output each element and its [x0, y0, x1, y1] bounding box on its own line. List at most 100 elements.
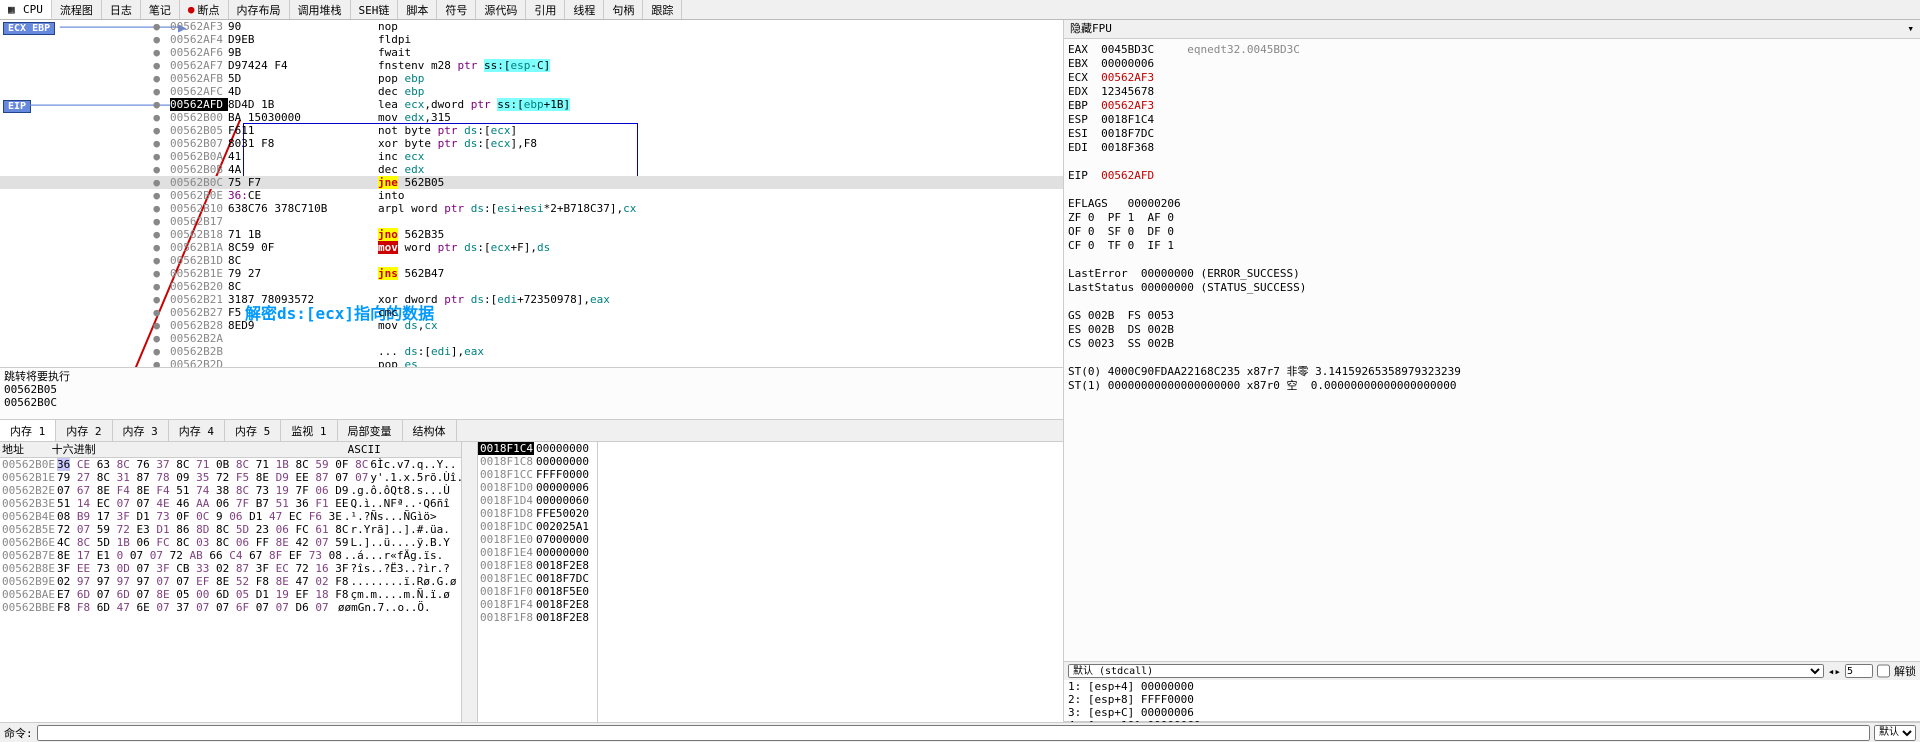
stack-row[interactable]: 0018F1D000000006: [478, 481, 597, 494]
tab-mem1[interactable]: 内存 1: [0, 420, 56, 441]
disasm-row[interactable]: 00562B05 F611not byte ptr ds:[ecx]: [0, 124, 1063, 137]
disasm-row[interactable]: 00562B2D pop es: [0, 358, 1063, 368]
tab-memory-map[interactable]: 内存布局: [229, 0, 290, 19]
hex-row[interactable]: 00562B1E79 27 8C 31 87 78 09 35 72 F5 8E…: [0, 471, 461, 484]
disasm-row[interactable]: 00562B0E 36:CEinto: [0, 189, 1063, 202]
stack-row[interactable]: 0018F1F00018F5E0: [478, 585, 597, 598]
stack-row[interactable]: 0018F1D400000060: [478, 494, 597, 507]
hex-row[interactable]: 00562B6E4C 8C 5D 1B 06 FC 8C 03 8C 06 FF…: [0, 536, 461, 549]
disasm-row[interactable]: 00562B28 8ED9mov ds,cx: [0, 319, 1063, 332]
stack-row[interactable]: 0018F1E80018F2E8: [478, 559, 597, 572]
hex-row[interactable]: 00562B3E51 14 EC 07 07 4E 46 AA 06 7F B7…: [0, 497, 461, 510]
stack-row[interactable]: 0018F1D8FFE50020: [478, 507, 597, 520]
tab-threads[interactable]: 线程: [565, 0, 604, 19]
stack-row[interactable]: 0018F1CCFFFF0000: [478, 468, 597, 481]
tab-seh[interactable]: SEH链: [351, 0, 399, 19]
disasm-row[interactable]: 00562B1A 8C59 0Fmov word ptr ds:[ecx+F],…: [0, 241, 1063, 254]
stack-row[interactable]: 0018F1F80018F2E8: [478, 611, 597, 624]
stack-row[interactable]: 0018F1F40018F2E8: [478, 598, 597, 611]
disasm-row[interactable]: 00562B17: [0, 215, 1063, 228]
disasm-row[interactable]: 00562B10 638C76 378C710Barpl word ptr ds…: [0, 202, 1063, 215]
disasm-row[interactable]: 00562B18 71 1Bjno 562B35: [0, 228, 1063, 241]
disasm-row[interactable]: 00562AFB 5Dpop ebp: [0, 72, 1063, 85]
disasm-row[interactable]: 00562B1E 79 27jns 562B47: [0, 267, 1063, 280]
hex-row[interactable]: 00562B2E07 67 8E F4 8E F4 51 74 38 8C 73…: [0, 484, 461, 497]
tab-log[interactable]: 日志: [102, 0, 141, 19]
disasm-row[interactable]: 00562AFC 4Ddec ebp: [0, 85, 1063, 98]
disasm-row[interactable]: 00562AF7 D97424 F4fnstenv m28 ptr ss:[es…: [0, 59, 1063, 72]
tab-notes[interactable]: 笔记: [141, 0, 180, 19]
reg-ebp[interactable]: EBP 00562AF3: [1068, 99, 1916, 113]
reg-esp[interactable]: ESP 0018F1C4: [1068, 113, 1916, 127]
tab-locals[interactable]: 局部变量: [338, 420, 403, 441]
tab-mem5[interactable]: 内存 5: [225, 420, 281, 441]
disasm-row[interactable]: 00562B0A 41inc ecx: [0, 150, 1063, 163]
tab-watch[interactable]: 监视 1: [281, 420, 337, 441]
reg-esi[interactable]: ESI 0018F7DC: [1068, 127, 1916, 141]
disasm-row[interactable]: 00562B2A: [0, 332, 1063, 345]
reg-eip[interactable]: EIP 00562AFD: [1068, 169, 1916, 183]
tab-source[interactable]: 源代码: [476, 0, 526, 19]
tab-mem3[interactable]: 内存 3: [113, 420, 169, 441]
disasm-row[interactable]: 00562B0B 4Adec edx: [0, 163, 1063, 176]
disasm-row[interactable]: 00562B0C 75 F7jne 562B05: [0, 176, 1063, 189]
disasm-row[interactable]: 00562B1D 8C: [0, 254, 1063, 267]
callconv-spin-icon[interactable]: ◂▸: [1828, 665, 1841, 678]
stack-row[interactable]: 0018F1C800000000: [478, 455, 597, 468]
tab-callstack[interactable]: 调用堆栈: [290, 0, 351, 19]
stack-pane[interactable]: 0018F1C4000000000018F1C8000000000018F1CC…: [477, 442, 597, 722]
disasm-row[interactable]: 00562B27 F5cmc: [0, 306, 1063, 319]
callconv-lock-checkbox[interactable]: [1877, 664, 1890, 678]
disasm-row[interactable]: 00562B20 8C: [0, 280, 1063, 293]
reg-edi[interactable]: EDI 0018F368: [1068, 141, 1916, 155]
stack-row[interactable]: 0018F1DC002025A1: [478, 520, 597, 533]
registers-pane[interactable]: 隐藏FPU ▾ EAX 0045BD3C eqnedt32.0045BD3CEB…: [1064, 20, 1920, 662]
disasm-row[interactable]: 00562AF3 90nop: [0, 20, 1063, 33]
regs-toggle-icon[interactable]: ▾: [1907, 22, 1914, 36]
tab-script[interactable]: 脚本: [398, 0, 437, 19]
hex-row[interactable]: 00562BAEE7 6D 07 6D 07 8E 05 00 6D 05 D1…: [0, 588, 461, 601]
disasm-row[interactable]: 00562AFD 8D4D 1Blea ecx,dword ptr ss:[eb…: [0, 98, 1063, 111]
cmd-mode-select[interactable]: 默认: [1874, 725, 1916, 741]
stack-row[interactable]: 0018F1EC0018F7DC: [478, 572, 597, 585]
stack-row[interactable]: 0018F1E400000000: [478, 546, 597, 559]
callconv-argcount[interactable]: [1845, 664, 1873, 678]
tab-mem4[interactable]: 内存 4: [169, 420, 225, 441]
stack-row[interactable]: 0018F1C400000000: [478, 442, 597, 455]
stack-row[interactable]: 0018F1E007000000: [478, 533, 597, 546]
disasm-row[interactable]: 00562B21 3187 78093572xor dword ptr ds:[…: [0, 293, 1063, 306]
hex-row[interactable]: 00562B4E08 B9 17 3F D1 73 0F 0C 9 06 D1 …: [0, 510, 461, 523]
disasm-row[interactable]: 00562AF6 9Bfwait: [0, 46, 1063, 59]
hex-row[interactable]: 00562B5E72 07 59 72 E3 D1 86 8D 8C 5D 23…: [0, 523, 461, 536]
reg-edx[interactable]: EDX 12345678: [1068, 85, 1916, 99]
disasm-row[interactable]: 00562B2B ... ds:[edi],eax: [0, 345, 1063, 358]
reg-ecx[interactable]: ECX 00562AF3: [1068, 71, 1916, 85]
hex-row[interactable]: 00562BBEF8 F8 6D 47 6E 07 37 07 07 6F 07…: [0, 601, 461, 614]
callconv-arg[interactable]: 1: [esp+4] 00000000: [1068, 680, 1916, 693]
hex-dump[interactable]: 地址 十六进制 ASCII 00562B0E36 CE 63 8C 76 37 …: [0, 442, 461, 722]
tab-struct[interactable]: 结构体: [403, 420, 457, 441]
disasm-row[interactable]: 00562B00 BA 15030000mov edx,315: [0, 111, 1063, 124]
callconv-select[interactable]: 默认 (stdcall): [1068, 664, 1824, 678]
callconv-arg[interactable]: 2: [esp+8] FFFF0000: [1068, 693, 1916, 706]
cmd-input[interactable]: [37, 725, 1870, 741]
tab-breakpoints[interactable]: ●断点: [180, 0, 229, 19]
hex-scrollbar[interactable]: [461, 442, 477, 722]
hex-row[interactable]: 00562B0E36 CE 63 8C 76 37 8C 71 0B 8C 71…: [0, 458, 461, 471]
disasm-row[interactable]: 00562AF4 D9EBfldpi: [0, 33, 1063, 46]
reg-ebx[interactable]: EBX 00000006: [1068, 57, 1916, 71]
reg-eax[interactable]: EAX 0045BD3C eqnedt32.0045BD3C: [1068, 43, 1916, 57]
hex-row[interactable]: 00562B9E02 97 97 97 97 07 07 EF 8E 52 F8…: [0, 575, 461, 588]
tab-cpu[interactable]: ▦CPU: [0, 0, 52, 19]
tab-trace[interactable]: 跟踪: [643, 0, 682, 19]
tab-symbols[interactable]: 符号: [437, 0, 476, 19]
disassembly-pane[interactable]: ECX EBP ──────────────▶ EIP ────────────…: [0, 20, 1063, 368]
tab-handles[interactable]: 句柄: [604, 0, 643, 19]
tab-flowchart[interactable]: 流程图: [52, 0, 102, 19]
callconv-arg[interactable]: 3: [esp+C] 00000006: [1068, 706, 1916, 719]
tab-mem2[interactable]: 内存 2: [56, 420, 112, 441]
hex-row[interactable]: 00562B8E3F EE 73 0D 07 3F CB 33 02 87 3F…: [0, 562, 461, 575]
hex-row[interactable]: 00562B7E8E 17 E1 0 07 07 72 AB 66 C4 67 …: [0, 549, 461, 562]
disasm-row[interactable]: 00562B07 8031 F8xor byte ptr ds:[ecx],F8: [0, 137, 1063, 150]
tab-references[interactable]: 引用: [526, 0, 565, 19]
